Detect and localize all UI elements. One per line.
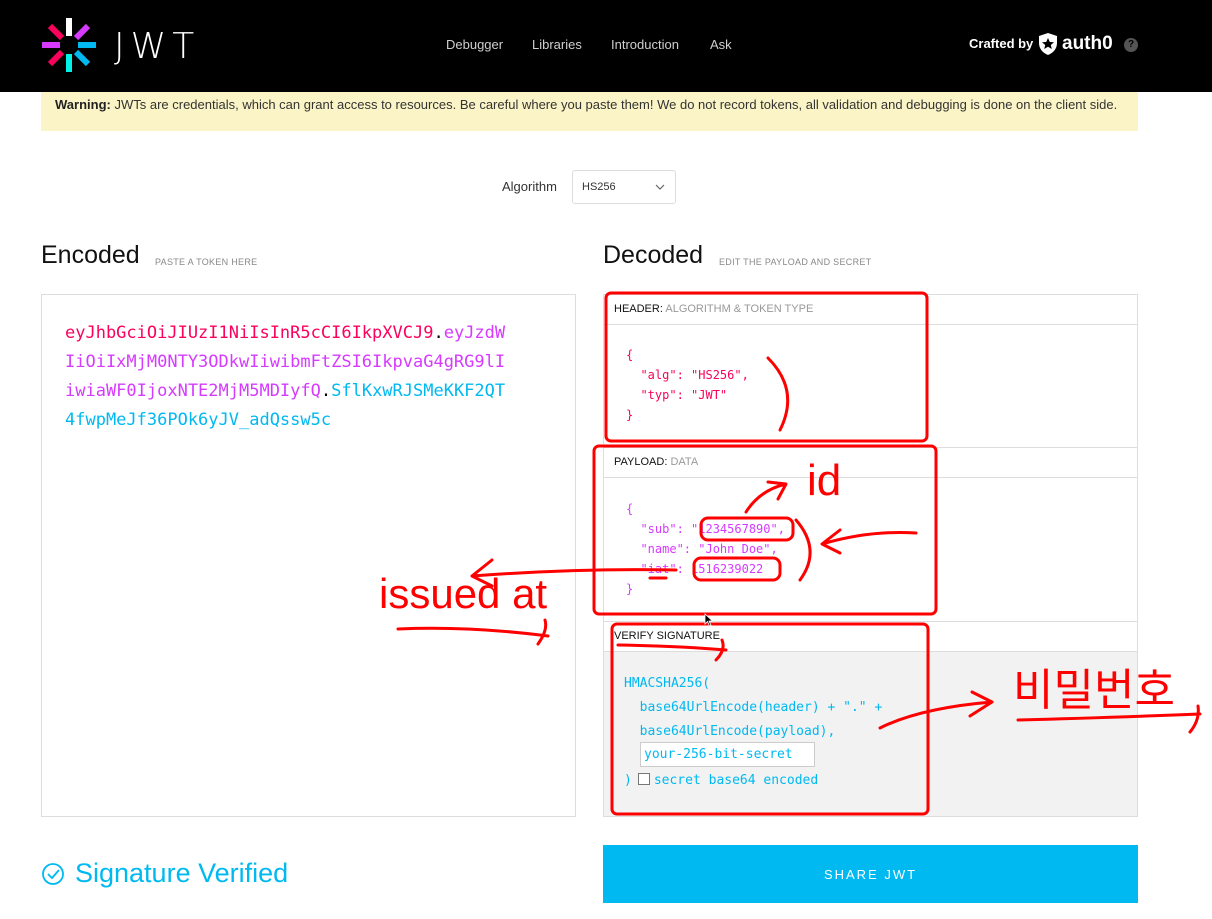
top-navbar: JWT Debugger Libraries Introduction Ask … [0, 0, 1212, 92]
auth0-brand-text: auth0 [1062, 33, 1113, 54]
payload-section-desc: DATA [670, 456, 699, 468]
signature-code: HMACSHA256( base64UrlEncode(header) + ".… [624, 676, 883, 739]
warning-label: Warning: [55, 97, 111, 112]
annotation-label-password: 비밀번호 [1013, 665, 1175, 716]
nav-ask[interactable]: Ask [710, 37, 732, 52]
algorithm-select[interactable]: HS256 [572, 170, 676, 204]
header-section-label: HEADER: [614, 303, 663, 315]
payload-section-label: PAYLOAD: [614, 456, 668, 468]
auth0-link[interactable]: auth0 [1038, 32, 1113, 56]
chevron-down-icon [655, 184, 665, 190]
secret-input[interactable] [640, 742, 815, 767]
secret-base64-row: ) secret base64 encoded [624, 773, 818, 788]
encoded-title: Encoded [41, 241, 140, 269]
decoded-title: Decoded [603, 241, 704, 269]
jwt-logo-text: JWT [114, 26, 201, 67]
token-dot: . [433, 323, 444, 343]
annotation-label-issued-at: issued at [379, 570, 548, 617]
signature-verified-text: Signature Verified [75, 858, 289, 888]
crafted-by-label: Crafted by [969, 36, 1034, 51]
decoded-panel: HEADER: ALGORITHM & TOKEN TYPE { "alg": … [603, 294, 1138, 817]
jwt-logo-icon[interactable] [40, 16, 98, 74]
token-dot: . [320, 381, 332, 401]
nav-libraries[interactable]: Libraries [532, 37, 582, 52]
header-section-head: HEADER: ALGORITHM & TOKEN TYPE [604, 295, 1137, 325]
warning-banner: Warning: JWTs are credentials, which can… [41, 92, 1138, 131]
encoded-token-editor[interactable]: eyJhbGciOiJIUzI1NiIsInR5cCI6IkpXVCJ9.eyJ… [41, 294, 576, 817]
nav-debugger[interactable]: Debugger [446, 37, 503, 52]
secret-base64-checkbox[interactable] [637, 773, 650, 785]
decoded-subtitle: EDIT THE PAYLOAD AND SECRET [719, 257, 872, 267]
payload-section-head: PAYLOAD: DATA [604, 448, 1137, 478]
algorithm-value: HS256 [582, 181, 616, 193]
payload-json-editor[interactable]: { "sub": "1234567890", "name": "John Doe… [626, 499, 785, 599]
help-icon[interactable]: ? [1124, 38, 1138, 52]
mouse-cursor-icon [704, 613, 714, 627]
header-json-editor[interactable]: { "alg": "HS256", "typ": "JWT" } [626, 345, 749, 425]
warning-text: JWTs are credentials, which can grant ac… [110, 97, 1118, 112]
algorithm-label: Algorithm [502, 179, 557, 194]
auth0-shield-icon [1039, 33, 1057, 55]
signature-section-head: VERIFY SIGNATURE [604, 622, 1137, 652]
annotation-label-id: id [807, 456, 842, 505]
check-circle-icon [42, 863, 64, 885]
encoded-token-text: eyJhbGciOiJIUzI1NiIsInR5cCI6IkpXVCJ9.eyJ… [65, 319, 515, 435]
share-jwt-button[interactable]: SHARE JWT [603, 845, 1138, 903]
header-section-desc: ALGORITHM & TOKEN TYPE [665, 303, 814, 315]
signature-close-paren: ) [624, 773, 632, 788]
encoded-subtitle: PASTE A TOKEN HERE [155, 257, 258, 267]
nav-introduction[interactable]: Introduction [611, 37, 679, 52]
secret-base64-label: secret base64 encoded [653, 773, 819, 788]
signature-section-label: VERIFY SIGNATURE [614, 630, 720, 642]
token-header-part: eyJhbGciOiJIUzI1NiIsInR5cCI6IkpXVCJ9 [65, 323, 434, 343]
